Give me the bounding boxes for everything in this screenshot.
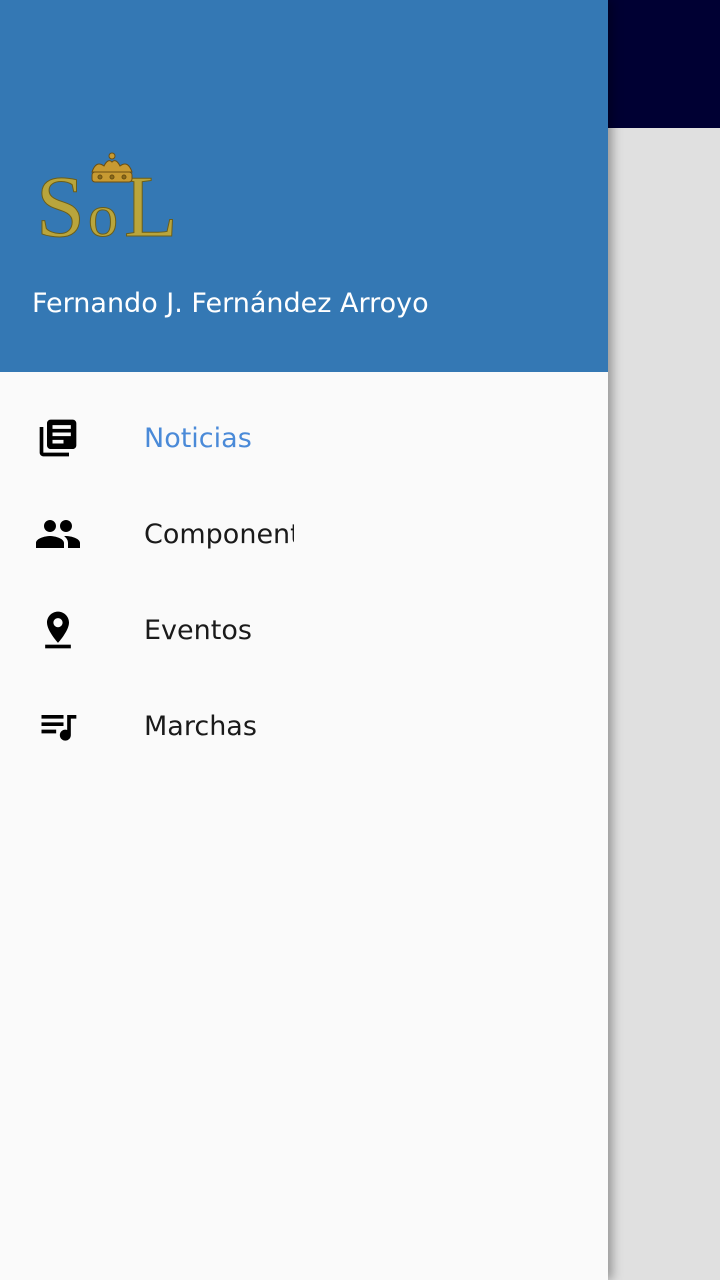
svg-text:o: o bbox=[88, 183, 118, 245]
menu-item-noticias[interactable]: Noticias bbox=[0, 390, 608, 486]
playlist-music-icon bbox=[34, 702, 82, 750]
user-name: Fernando J. Fernández Arroyo bbox=[32, 288, 429, 319]
drawer-menu: Noticias Componentes Eventos bbox=[0, 390, 608, 774]
location-pin-icon bbox=[34, 606, 82, 654]
menu-label-marchas: Marchas bbox=[144, 710, 257, 742]
svg-text:S: S bbox=[36, 159, 85, 245]
crown-icon bbox=[91, 152, 133, 183]
menu-label-eventos: Eventos bbox=[144, 614, 252, 646]
menu-item-marchas[interactable]: Marchas bbox=[0, 678, 608, 774]
navigation-drawer: S o L Fernando J. Fernández Arroyo Notic… bbox=[0, 0, 608, 1280]
menu-label-noticias: Noticias bbox=[144, 422, 252, 454]
people-icon bbox=[34, 510, 82, 558]
menu-item-eventos[interactable]: Eventos bbox=[0, 582, 608, 678]
sol-logo: S o L bbox=[36, 152, 178, 245]
screen: S o L Fernando J. Fernández Arroyo Notic… bbox=[0, 0, 720, 1280]
menu-label-componentes: Componentes bbox=[144, 518, 294, 550]
menu-item-componentes[interactable]: Componentes bbox=[0, 486, 608, 582]
newspaper-icon bbox=[34, 414, 82, 462]
drawer-header: S o L Fernando J. Fernández Arroyo bbox=[0, 0, 608, 372]
